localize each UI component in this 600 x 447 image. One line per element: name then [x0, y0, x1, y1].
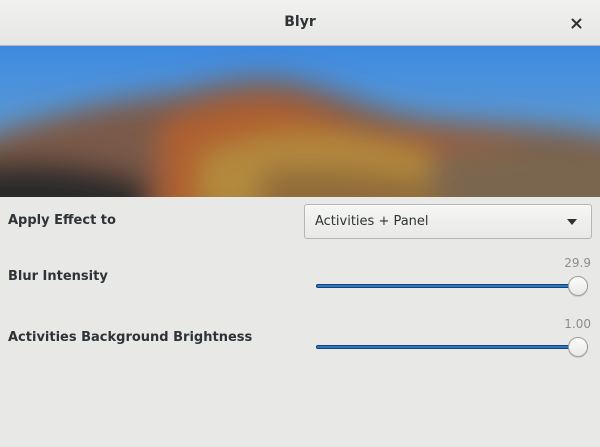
slider-fill: [316, 284, 588, 288]
blur-intensity-slider-handle[interactable]: [568, 276, 588, 296]
close-button[interactable]: [564, 11, 588, 35]
app-window: Blyr Apply Effect to Activities + Panel …: [0, 0, 600, 447]
apply-effect-selected-value: Activities + Panel: [315, 214, 429, 229]
chevron-down-icon: [567, 219, 577, 225]
blur-preview-image: [0, 46, 600, 197]
brightness-slider[interactable]: [316, 336, 588, 358]
brightness-slider-handle[interactable]: [568, 337, 588, 357]
blur-intensity-value: 29.9: [564, 256, 591, 270]
apply-effect-label: Apply Effect to: [8, 213, 116, 228]
slider-trough: [316, 284, 588, 288]
brightness-label: Activities Background Brightness: [8, 330, 253, 345]
slider-trough: [316, 345, 588, 349]
blur-intensity-slider[interactable]: [316, 275, 588, 297]
blur-intensity-label: Blur Intensity: [8, 269, 108, 284]
window-title: Blyr: [284, 14, 316, 30]
apply-effect-dropdown[interactable]: Activities + Panel: [304, 204, 592, 239]
brightness-value: 1.00: [564, 317, 591, 331]
header-bar: Blyr: [0, 0, 600, 46]
slider-fill: [316, 345, 588, 349]
close-icon: [571, 18, 581, 28]
